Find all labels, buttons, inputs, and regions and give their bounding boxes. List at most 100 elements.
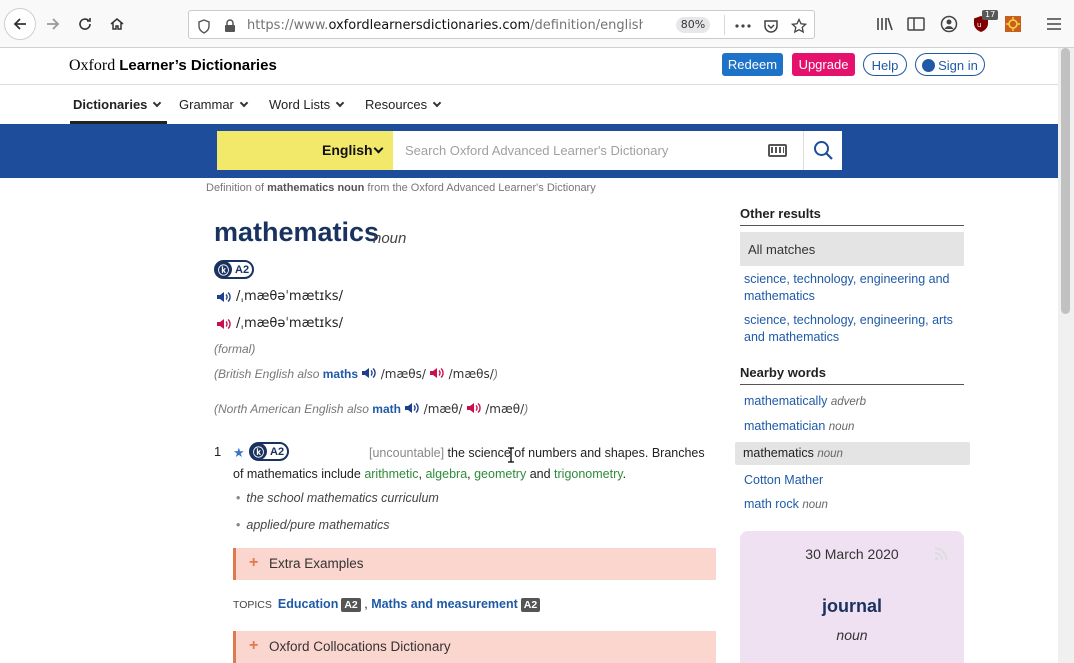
bookmark-star-icon[interactable] [790, 17, 808, 35]
all-matches-tab[interactable]: All matches [740, 232, 964, 266]
topic-education[interactable]: Education [278, 597, 338, 611]
speaker-uk-icon[interactable] [361, 366, 377, 380]
chevron-down-icon [432, 98, 442, 108]
wotd-date: 30 March 2020 [805, 546, 899, 562]
search-button[interactable] [803, 131, 842, 170]
search-icon [814, 141, 833, 160]
page-scrollbar[interactable] [1058, 48, 1074, 663]
text-cursor-icon [508, 447, 514, 463]
home-button[interactable] [102, 9, 132, 39]
shield-icon[interactable] [195, 17, 213, 35]
phonetic-uk: /ˌmæθəˈmætɪks/ [236, 289, 343, 304]
reload-button[interactable] [70, 9, 100, 39]
page-actions-icon[interactable] [734, 17, 752, 35]
xref-algebra[interactable]: algebra [425, 467, 467, 481]
breadcrumb: Definition of mathematics noun from the … [206, 182, 596, 194]
menu-dictionaries[interactable]: Dictionaries [73, 97, 162, 112]
menu-grammar[interactable]: Grammar [179, 97, 249, 112]
forward-button[interactable] [38, 9, 68, 39]
collocations-toggle[interactable]: + Oxford Collocations Dictionary [233, 631, 716, 663]
reload-icon [79, 18, 91, 30]
american-variant: (North American English also math /mæθ/ … [214, 401, 529, 416]
speaker-uk-icon[interactable] [216, 290, 232, 304]
speaker-uk-icon[interactable] [404, 401, 420, 415]
speaker-us-icon[interactable] [216, 317, 232, 331]
speaker-us-icon[interactable] [466, 401, 482, 415]
rss-icon[interactable] [934, 547, 948, 561]
variant-link-math[interactable]: math [372, 402, 401, 416]
nearby-word-link[interactable]: mathematician noun [744, 418, 959, 436]
speaker-us-icon[interactable] [429, 366, 445, 380]
chevron-down-icon [335, 98, 345, 108]
sense-number: 1 [214, 444, 222, 459]
oxford-key-icon: ⓚ [215, 261, 232, 278]
other-results-heading: Other results [740, 206, 964, 226]
pocket-icon[interactable] [762, 17, 780, 35]
signin-button[interactable]: Sign in [915, 53, 985, 76]
hamburger-menu-icon[interactable] [1045, 15, 1063, 33]
grammar-label: [uncountable] [369, 446, 445, 460]
extension-icon[interactable] [1004, 15, 1022, 33]
wotd-word[interactable]: journal [740, 596, 964, 617]
chevron-down-icon [153, 98, 162, 108]
url-text[interactable]: https://www.oxfordlearnersdictionaries.c… [247, 18, 643, 33]
nearby-word-link[interactable]: Cotton Mather [744, 472, 959, 489]
search-band: English [0, 124, 1058, 178]
example-sentence: applied/pure mathematics [236, 518, 389, 532]
register-label: (formal) [214, 342, 256, 356]
nearby-word-current: mathematics noun [735, 442, 970, 465]
match-link[interactable]: science, technology, engineering, arts a… [744, 312, 959, 346]
site-logo[interactable]: Oxford Learner’s Dictionaries [69, 57, 277, 75]
lock-icon[interactable] [221, 17, 239, 35]
wotd-pos: noun [836, 627, 868, 643]
topic-level-badge: A2 [341, 598, 361, 612]
url-bar[interactable]: https://www.oxfordlearnersdictionaries.c… [188, 10, 815, 39]
xref-geometry[interactable]: geometry [474, 467, 526, 481]
sense-definition: [uncountable] the science of numbers and… [233, 446, 705, 481]
zoom-level-badge[interactable]: 80% [676, 17, 710, 33]
menu-word-lists[interactable]: Word Lists [269, 97, 345, 112]
svg-text:u: u [977, 21, 981, 29]
url-separator [724, 15, 725, 35]
user-icon [922, 59, 936, 72]
extra-examples-label: Extra Examples [269, 556, 364, 571]
account-icon[interactable] [940, 15, 958, 33]
oxford3000-badge[interactable]: ⓚ A2 [214, 260, 255, 279]
back-button[interactable] [4, 8, 36, 40]
language-select[interactable]: English [217, 131, 393, 170]
collocations-label: Oxford Collocations Dictionary [269, 639, 451, 654]
keyboard-icon[interactable] [768, 144, 787, 157]
search-input[interactable] [393, 131, 803, 170]
cefr-level: A2 [235, 263, 250, 276]
forward-arrow-icon [47, 18, 60, 30]
browser-toolbar: https://www.oxfordlearnersdictionaries.c… [0, 0, 1074, 48]
chevron-down-icon [373, 143, 384, 154]
part-of-speech: noun [373, 230, 407, 247]
main-menu: Dictionaries Grammar Word Lists Resource… [0, 86, 1058, 124]
variant-link-maths[interactable]: maths [323, 367, 358, 381]
redeem-button[interactable]: Redeem [722, 53, 783, 76]
british-variant: (British English also maths /mæθs/ /mæθs… [214, 366, 498, 381]
chevron-down-icon [239, 98, 249, 108]
back-arrow-icon [13, 18, 26, 30]
xref-trigonometry[interactable]: trigonometry [554, 467, 623, 481]
nearby-word-link[interactable]: math rock noun [744, 496, 959, 514]
help-button[interactable]: Help [863, 53, 907, 76]
signin-label: Sign in [938, 58, 978, 73]
xref-arithmetic[interactable]: arithmetic [364, 467, 418, 481]
nearby-words-heading: Nearby words [740, 365, 964, 385]
headword: mathematics [214, 217, 380, 247]
word-of-the-day-card[interactable]: 30 March 2020 journal noun [740, 531, 964, 663]
sidebar-toggle-icon[interactable] [907, 15, 925, 33]
menu-resources[interactable]: Resources [365, 97, 442, 112]
nearby-word-link[interactable]: mathematically adverb [744, 393, 959, 411]
scrollbar-thumb[interactable] [1061, 48, 1070, 314]
ublock-count-badge: 17 [982, 10, 999, 20]
library-icon[interactable] [876, 15, 894, 33]
upgrade-button[interactable]: Upgrade [792, 53, 855, 76]
topics-row: TOPICS Education A2 , Maths and measuremen… [233, 597, 541, 612]
topic-maths-measurement[interactable]: Maths and measurement [371, 597, 518, 611]
site-header: Oxford Learner’s Dictionaries Redeem Upg… [0, 48, 1058, 85]
match-link[interactable]: science, technology, engineering and mat… [744, 271, 959, 305]
extra-examples-toggle[interactable]: + Extra Examples [233, 548, 716, 580]
